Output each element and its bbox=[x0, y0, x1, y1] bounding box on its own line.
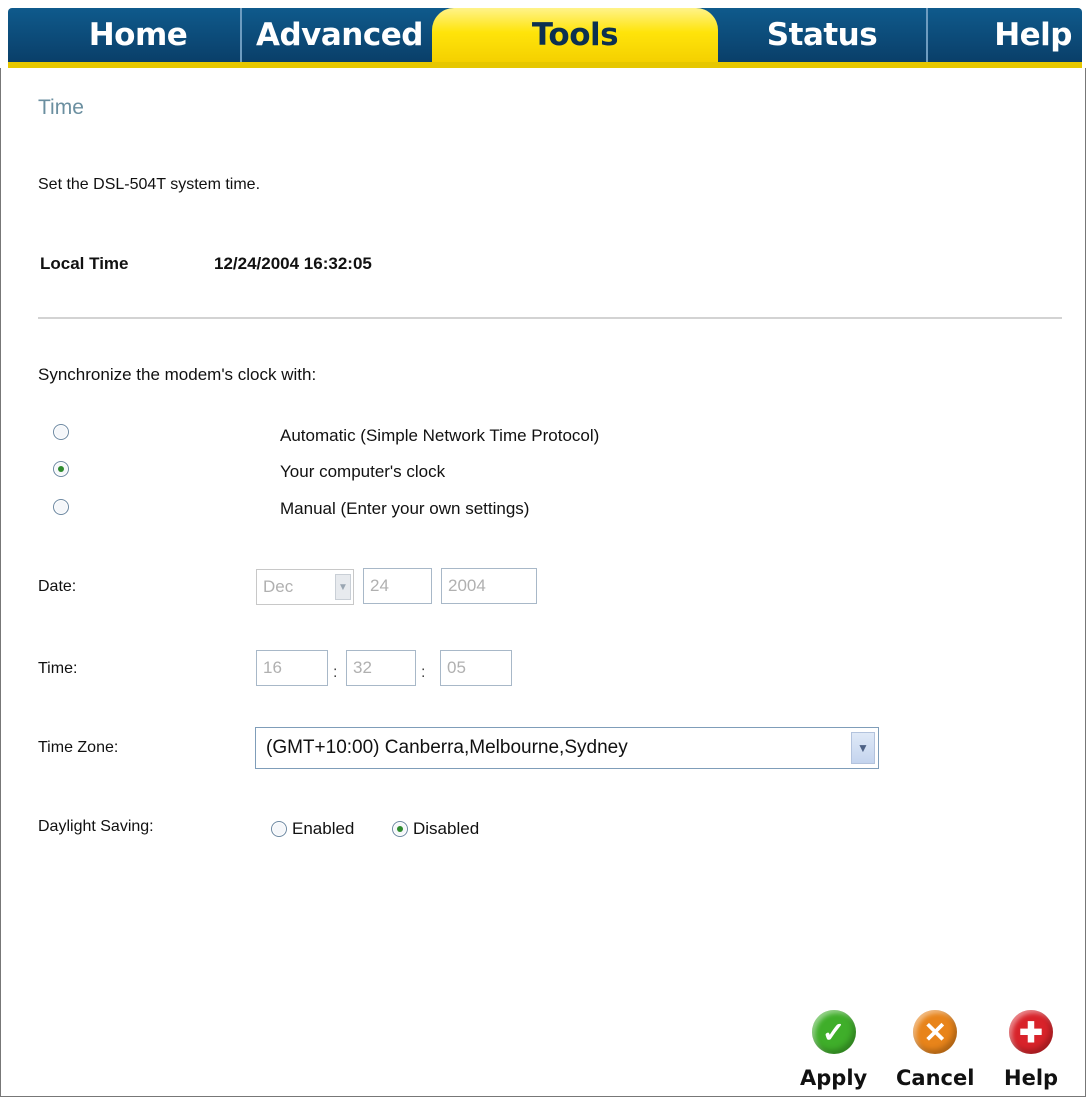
sync-automatic-radio[interactable] bbox=[53, 424, 69, 440]
local-time-label: Local Time bbox=[40, 254, 129, 273]
tab-status[interactable]: Status bbox=[720, 8, 924, 62]
tab-home[interactable]: Home bbox=[38, 8, 238, 62]
tab-bar: Home Advanced Tools Status Help bbox=[0, 0, 1086, 68]
daylight-enabled-radio[interactable] bbox=[271, 821, 287, 837]
daylight-label: Daylight Saving: bbox=[38, 818, 154, 835]
chevron-down-icon: ▼ bbox=[851, 732, 875, 764]
x-icon: ✕ bbox=[913, 1010, 958, 1054]
daylight-enabled-label: Enabled bbox=[292, 819, 355, 838]
sync-automatic-label: Automatic (Simple Network Time Protocol) bbox=[280, 426, 600, 445]
tab-tools[interactable]: Tools bbox=[432, 8, 718, 62]
date-day-input[interactable]: 24 bbox=[363, 568, 432, 604]
tab-advanced[interactable]: Advanced bbox=[244, 8, 430, 62]
time-second-input[interactable]: 05 bbox=[440, 650, 512, 686]
help-button[interactable]: ✚ Help bbox=[1004, 1010, 1058, 1090]
sync-computer-radio[interactable] bbox=[53, 461, 69, 477]
time-separator: : bbox=[421, 664, 426, 681]
cancel-button[interactable]: ✕ Cancel bbox=[896, 1010, 974, 1090]
date-label: Date: bbox=[38, 578, 77, 595]
daylight-disabled-radio[interactable] bbox=[392, 821, 408, 837]
tab-separator bbox=[240, 8, 242, 62]
page-title: Time bbox=[38, 96, 84, 119]
page-description: Set the DSL-504T system time. bbox=[38, 176, 261, 193]
plus-icon: ✚ bbox=[1009, 1010, 1054, 1054]
daylight-disabled-label: Disabled bbox=[413, 819, 480, 838]
timezone-value: (GMT+10:00) Canberra,Melbourne,Sydney bbox=[266, 737, 628, 758]
check-icon: ✓ bbox=[811, 1010, 856, 1054]
sync-heading: Synchronize the modem's clock with: bbox=[38, 365, 317, 384]
timezone-label: Time Zone: bbox=[38, 739, 119, 756]
date-year-input[interactable]: 2004 bbox=[441, 568, 537, 604]
time-label: Time: bbox=[38, 660, 78, 677]
sync-manual-radio[interactable] bbox=[53, 499, 69, 515]
time-minute-input[interactable]: 32 bbox=[346, 650, 416, 686]
local-time-value: 12/24/2004 16:32:05 bbox=[214, 254, 372, 273]
date-month-select[interactable]: Dec ▼ bbox=[256, 569, 354, 605]
apply-label: Apply bbox=[800, 1066, 868, 1090]
apply-button[interactable]: ✓ Apply bbox=[800, 1010, 867, 1090]
time-separator: : bbox=[333, 664, 338, 681]
timezone-select[interactable]: (GMT+10:00) Canberra,Melbourne,Sydney ▼ bbox=[255, 727, 879, 769]
sync-manual-label: Manual (Enter your own settings) bbox=[280, 499, 530, 518]
sync-computer-label: Your computer's clock bbox=[280, 462, 446, 481]
chevron-down-icon: ▼ bbox=[335, 574, 351, 600]
tab-help[interactable]: Help bbox=[930, 8, 1080, 62]
help-label: Help bbox=[1004, 1066, 1059, 1090]
tab-separator bbox=[926, 8, 928, 62]
cancel-label: Cancel bbox=[896, 1066, 975, 1090]
page-frame bbox=[0, 0, 1086, 1097]
date-month-value: Dec bbox=[263, 577, 294, 596]
divider bbox=[38, 317, 1062, 319]
time-hour-input[interactable]: 16 bbox=[256, 650, 328, 686]
tab-underline bbox=[8, 62, 1082, 68]
